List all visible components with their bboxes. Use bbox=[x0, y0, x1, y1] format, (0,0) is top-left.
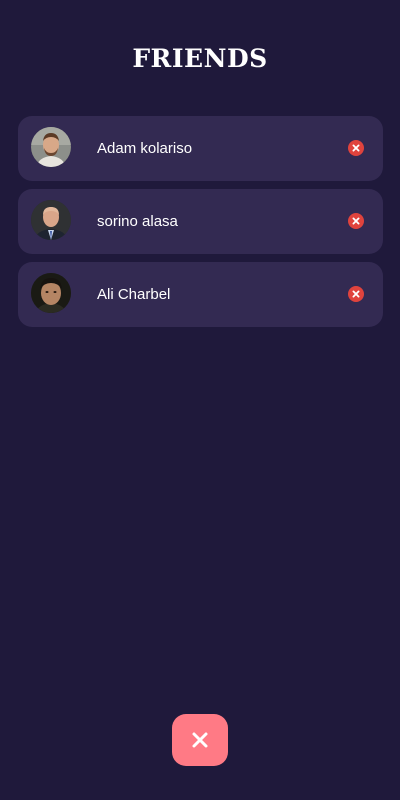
avatar bbox=[31, 273, 71, 313]
friend-card: Ali Charbel bbox=[18, 262, 383, 327]
remove-friend-button[interactable] bbox=[348, 140, 364, 156]
avatar bbox=[31, 200, 71, 240]
friend-card: sorino alasa bbox=[18, 189, 383, 254]
remove-friend-button[interactable] bbox=[348, 286, 364, 302]
avatar bbox=[31, 127, 71, 167]
close-button[interactable] bbox=[172, 714, 228, 766]
remove-icon bbox=[352, 144, 360, 152]
friend-card: Adam kolariso bbox=[18, 116, 383, 181]
avatar-photo bbox=[31, 200, 71, 240]
friend-name: Adam kolariso bbox=[97, 140, 193, 157]
friend-name: sorino alasa bbox=[97, 213, 178, 230]
remove-icon bbox=[352, 290, 360, 298]
avatar-photo bbox=[31, 273, 71, 313]
close-icon bbox=[192, 732, 208, 748]
page-title: FRIENDS bbox=[132, 44, 268, 73]
avatar-photo bbox=[31, 127, 71, 167]
remove-friend-button[interactable] bbox=[348, 213, 364, 229]
remove-icon bbox=[352, 217, 360, 225]
friend-name: Ali Charbel bbox=[97, 286, 171, 303]
friends-list: Adam kolariso sorino alasa Ali Charbel bbox=[18, 116, 383, 335]
